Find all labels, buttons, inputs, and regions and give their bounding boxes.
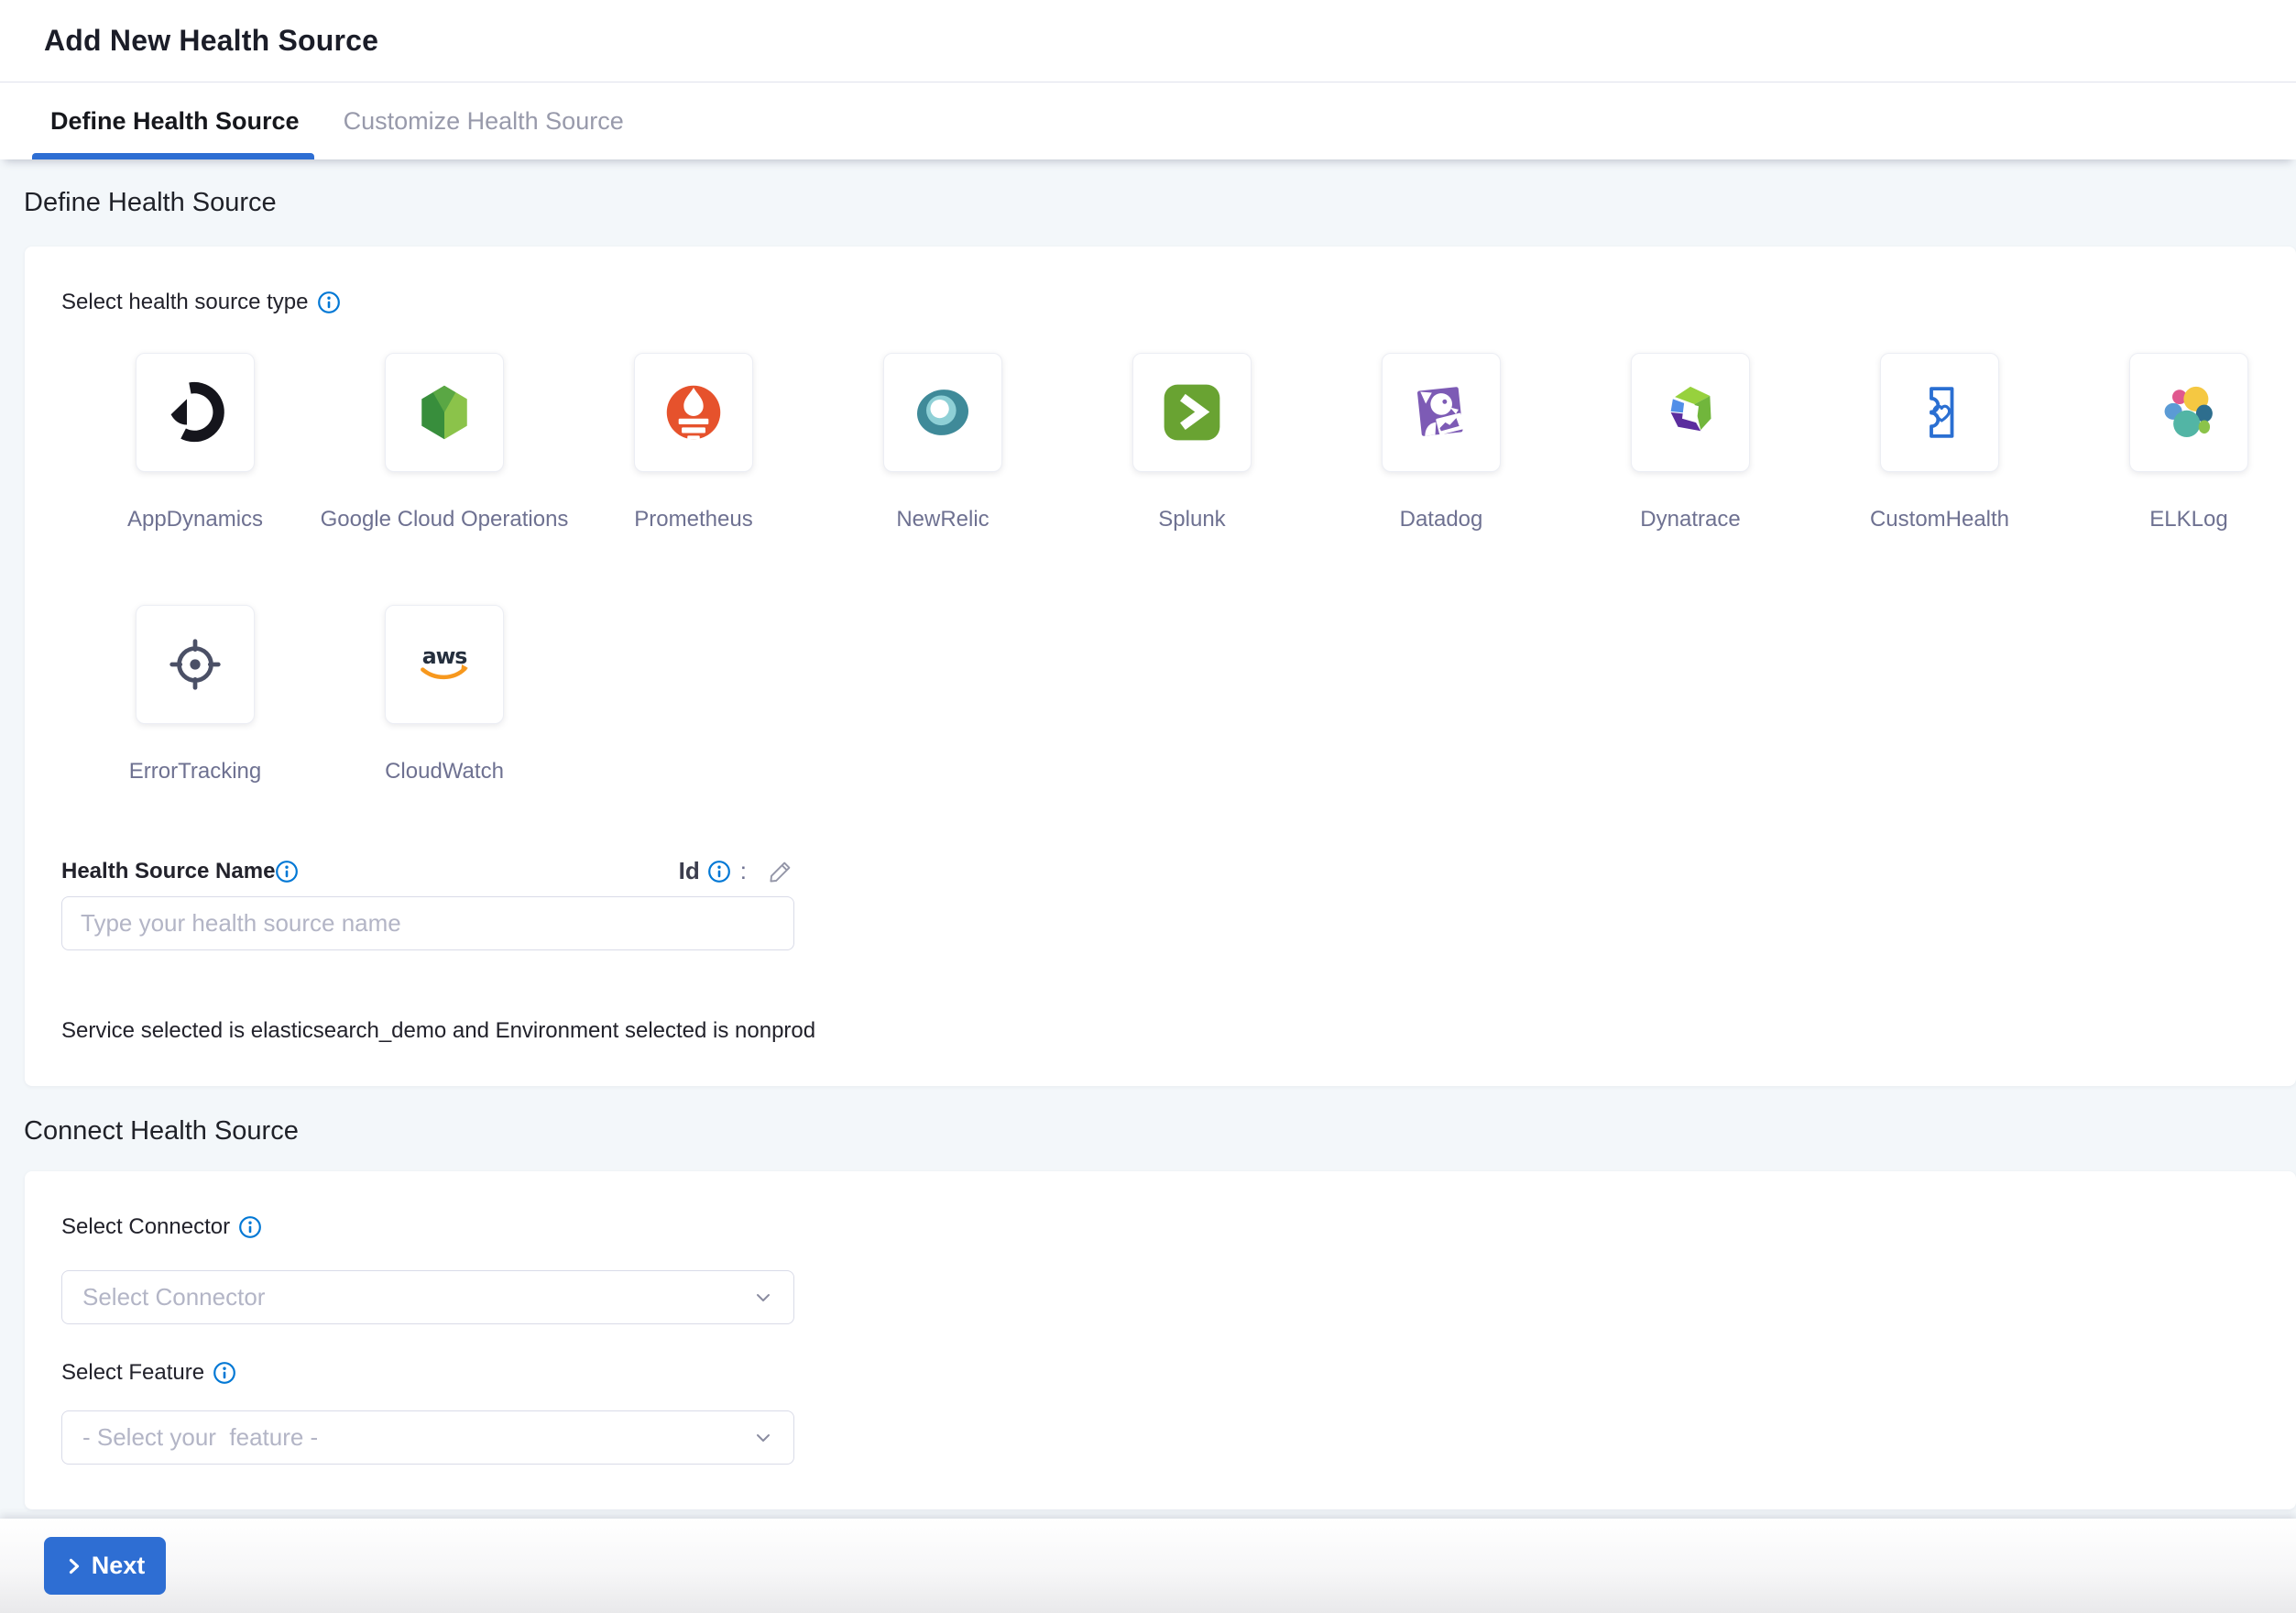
health-source-option-label: Dynatrace	[1640, 506, 1740, 533]
info-icon[interactable]	[238, 1215, 262, 1239]
health-source-option-splunk: Splunk	[1067, 353, 1317, 533]
tab-label: Define Health Source	[50, 107, 300, 136]
health-source-option-elklog: ELKLog	[2064, 353, 2296, 533]
select-connector-label: Select Connector	[61, 1213, 230, 1241]
health-source-option-datadog: Datadog	[1317, 353, 1566, 533]
source-tile-dynatrace[interactable]	[1631, 353, 1750, 472]
health-source-option-errortracking: ErrorTracking	[71, 605, 320, 785]
health-source-name-label: Health Source Name	[61, 859, 275, 884]
info-icon[interactable]	[275, 860, 299, 883]
health-source-option-prometheus: Prometheus	[569, 353, 818, 533]
page-title: Add New Health Source	[44, 24, 378, 58]
health-source-type-grid: AppDynamics Google Cloud Operations Prom…	[71, 353, 2259, 785]
id-colon: :	[740, 857, 747, 885]
health-source-option-label: Datadog	[1400, 506, 1483, 533]
health-source-option-google-cloud-operations: Google Cloud Operations	[320, 353, 569, 533]
splunk-icon	[1159, 379, 1225, 445]
select-connector-label-row: Select Connector	[61, 1213, 2259, 1241]
health-source-option-label: Splunk	[1158, 506, 1225, 533]
edit-id-pencil-icon[interactable]	[767, 858, 794, 885]
source-tile-elklog[interactable]	[2129, 353, 2248, 472]
customhealth-icon	[1907, 379, 1973, 445]
next-button[interactable]: Next	[44, 1537, 166, 1595]
health-source-name-input[interactable]	[61, 896, 794, 950]
health-source-option-label: AppDynamics	[127, 506, 263, 533]
health-source-option-appdynamics: AppDynamics	[71, 353, 320, 533]
select-type-label-row: Select health source type	[61, 289, 2259, 316]
cloudwatch-aws-icon: aws	[411, 631, 477, 697]
source-tile-appdynamics[interactable]	[136, 353, 255, 472]
connector-select-placeholder: Select Connector	[82, 1283, 265, 1311]
newrelic-icon	[910, 379, 976, 445]
next-button-label: Next	[92, 1552, 146, 1580]
chevron-down-icon	[753, 1428, 773, 1448]
connect-health-source-card: Select Connector Select Connector Select…	[25, 1171, 2296, 1509]
dialog-footer: Next	[0, 1519, 2296, 1613]
source-tile-prometheus[interactable]	[634, 353, 753, 472]
source-tile-datadog[interactable]	[1382, 353, 1501, 472]
source-tile-newrelic[interactable]	[883, 353, 1002, 472]
service-environment-note: Service selected is elasticsearch_demo a…	[61, 1017, 2259, 1045]
info-icon[interactable]	[213, 1361, 236, 1385]
tab-define-health-source[interactable]: Define Health Source	[50, 82, 300, 159]
errortracking-icon	[162, 631, 228, 697]
elklog-icon	[2156, 379, 2222, 445]
health-source-option-label: ELKLog	[2149, 506, 2227, 533]
svg-text:aws: aws	[422, 643, 466, 669]
prometheus-icon	[661, 379, 727, 445]
add-health-source-dialog: Add New Health Source Define Health Sour…	[0, 0, 2296, 1613]
info-icon[interactable]	[317, 291, 341, 314]
select-type-label: Select health source type	[61, 289, 309, 316]
feature-select-placeholder: - Select your feature -	[82, 1423, 318, 1452]
source-tile-splunk[interactable]	[1132, 353, 1252, 472]
name-id-row: Health Source Name Id :	[61, 857, 794, 885]
define-section-heading: Define Health Source	[24, 188, 2296, 218]
tab-bar: Define Health Source Customize Health So…	[0, 82, 2296, 159]
info-icon[interactable]	[707, 860, 731, 883]
health-source-option-label: CloudWatch	[385, 758, 504, 785]
health-source-option-label: NewRelic	[896, 506, 989, 533]
health-source-option-newrelic: NewRelic	[818, 353, 1067, 533]
health-source-name-label-group: Health Source Name	[61, 859, 299, 884]
health-source-option-cloudwatch: aws CloudWatch	[320, 605, 569, 785]
health-source-option-customhealth: CustomHealth	[1815, 353, 2064, 533]
id-group: Id :	[679, 857, 794, 885]
select-feature-label: Select Feature	[61, 1359, 204, 1387]
health-source-option-label: Prometheus	[634, 506, 752, 533]
source-tile-google-cloud-operations[interactable]	[385, 353, 504, 472]
google-cloud-operations-icon	[411, 379, 477, 445]
datadog-icon	[1408, 379, 1474, 445]
source-tile-customhealth[interactable]	[1880, 353, 1999, 472]
connect-section-heading: Connect Health Source	[24, 1116, 2296, 1147]
chevron-right-icon	[65, 1557, 83, 1575]
dynatrace-icon	[1657, 379, 1723, 445]
tab-label: Customize Health Source	[344, 107, 624, 136]
define-health-source-card: Select health source type AppDynamics Go…	[25, 247, 2296, 1086]
appdynamics-icon	[162, 379, 228, 445]
source-tile-errortracking[interactable]	[136, 605, 255, 724]
feature-select[interactable]: - Select your feature -	[61, 1410, 794, 1465]
connector-select[interactable]: Select Connector	[61, 1270, 794, 1324]
select-feature-label-row: Select Feature	[61, 1359, 2259, 1387]
health-source-option-label: ErrorTracking	[129, 758, 261, 785]
tab-customize-health-source[interactable]: Customize Health Source	[344, 82, 624, 159]
dialog-header: Add New Health Source	[0, 0, 2296, 82]
health-source-option-label: CustomHealth	[1870, 506, 2009, 533]
health-source-option-dynatrace: Dynatrace	[1566, 353, 1815, 533]
dialog-body: Define Health Source Select health sourc…	[0, 159, 2296, 1519]
source-tile-cloudwatch[interactable]: aws	[385, 605, 504, 724]
health-source-option-label: Google Cloud Operations	[321, 506, 569, 533]
chevron-down-icon	[753, 1288, 773, 1308]
id-label: Id	[679, 857, 700, 885]
